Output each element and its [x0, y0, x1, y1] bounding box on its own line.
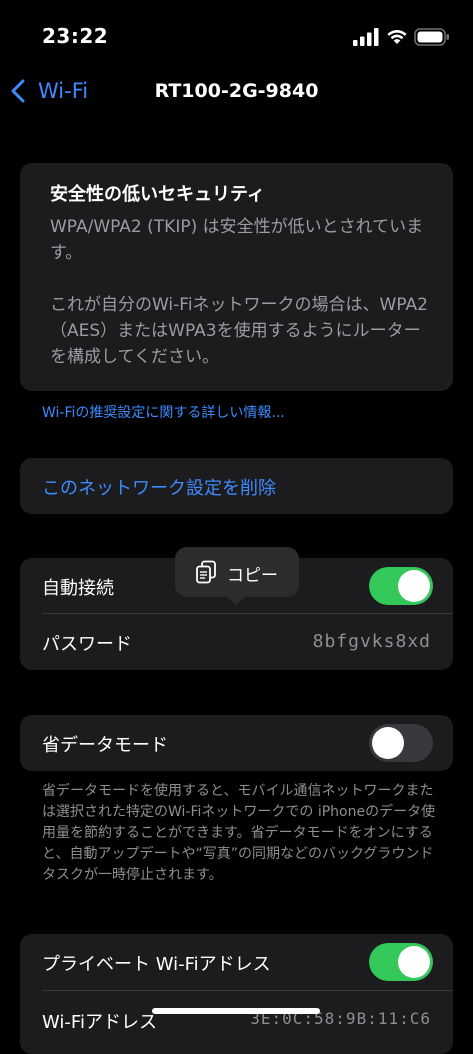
divider [42, 990, 453, 991]
security-warning-card: 安全性の低いセキュリティ WPA/WPA2 (TKIP) は安全性が低いとされて… [20, 163, 453, 391]
divider [42, 613, 453, 614]
popup-arrow [226, 596, 246, 605]
toggle-knob [398, 946, 430, 978]
copy-label: コピー [227, 566, 278, 586]
warning-text-1: WPA/WPA2 (TKIP) は安全性が低いとされています。 [50, 217, 424, 263]
low-data-label: 省データモード [42, 735, 168, 756]
forget-network-label: このネットワーク設定を削除 [42, 478, 276, 499]
low-data-mode-group: 省データモード [20, 715, 453, 771]
low-data-description: 省データモードを使用すると、モバイル通信ネットワークまたは選択された特定のWi-… [42, 783, 436, 883]
home-indicator[interactable] [152, 1008, 320, 1014]
toggle-knob [372, 727, 404, 759]
forget-network-button[interactable]: このネットワーク設定を削除 [20, 458, 453, 514]
copy-popup-button[interactable]: コピー [175, 547, 299, 597]
wifi-icon [387, 30, 407, 44]
cellular-signal-icon [353, 28, 379, 46]
password-label: パスワード [42, 634, 132, 655]
private-address-toggle[interactable] [369, 943, 433, 981]
low-data-toggle[interactable] [369, 724, 433, 762]
warning-title: 安全性の低いセキュリティ [50, 184, 265, 205]
battery-icon [414, 28, 449, 46]
private-address-group: プライベート Wi-Fiアドレス Wi-Fiアドレス 3E:0C:58:9B:1… [20, 934, 453, 1054]
warning-text-2: これが自分のWi-Fiネットワークの場合は、WPA2（AES）またはWPA3を使… [50, 295, 428, 367]
page-title: RT100-2G-9840 [154, 80, 319, 102]
auto-join-toggle[interactable] [369, 567, 433, 605]
wifi-address-label: Wi-Fiアドレス [42, 1012, 157, 1033]
wifi-recommendations-link[interactable]: Wi-Fiの推奨設定に関する詳しい情報... [42, 402, 285, 422]
warning-body: WPA/WPA2 (TKIP) は安全性が低いとされています。 これが自分のWi… [50, 214, 430, 370]
password-value[interactable]: 8bfgvks8xd [313, 631, 431, 652]
private-address-label: プライベート Wi-Fiアドレス [42, 954, 271, 975]
auto-join-label: 自動接続 [42, 578, 114, 599]
status-time: 23:22 [42, 24, 109, 48]
toggle-knob [398, 570, 430, 602]
copy-icon [196, 560, 216, 584]
